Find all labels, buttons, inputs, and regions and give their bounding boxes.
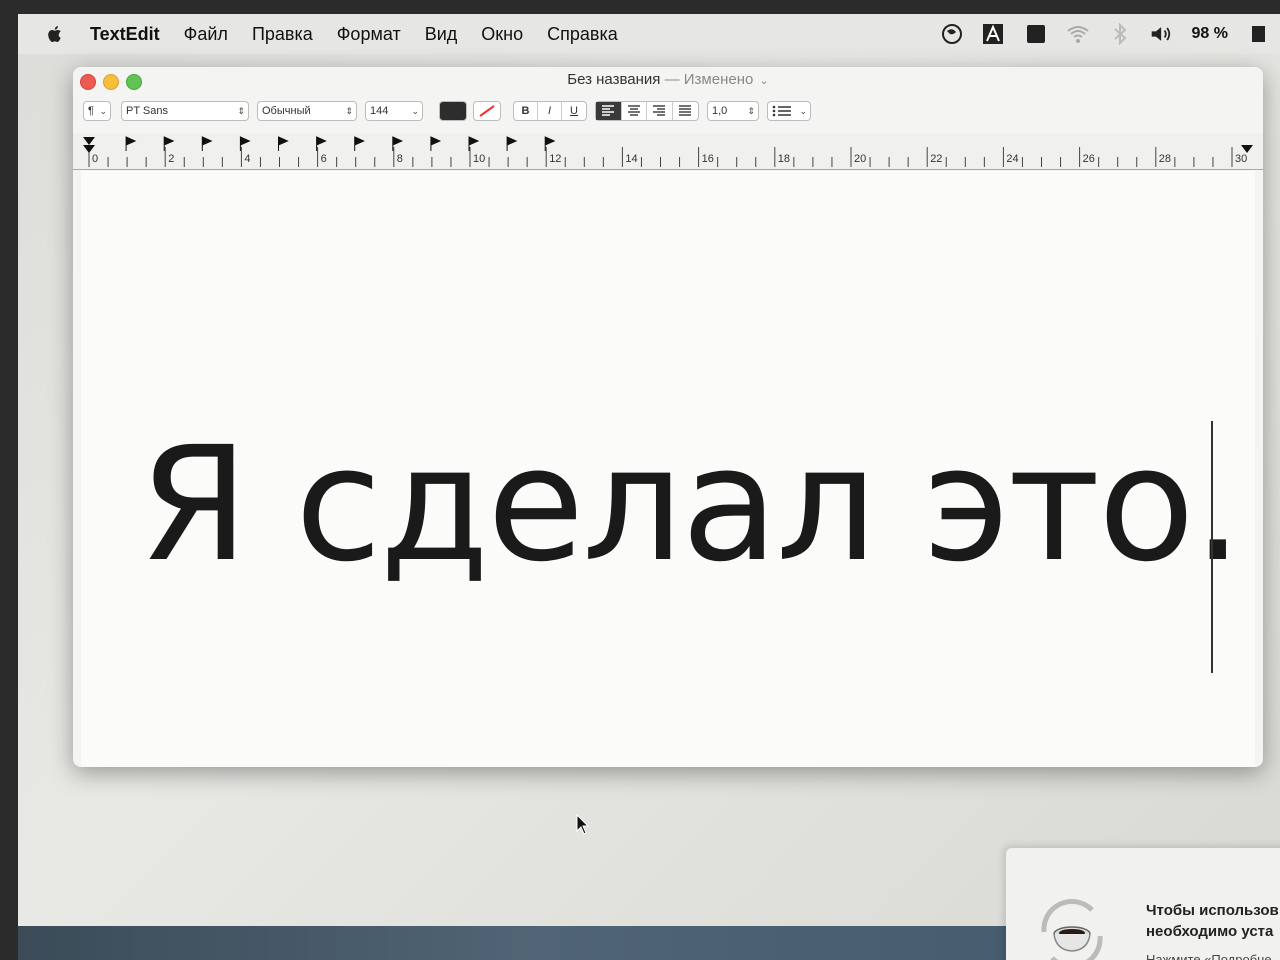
list-style-button[interactable]: ⌄ xyxy=(767,101,811,121)
align-center-icon xyxy=(627,105,640,116)
text-color-button[interactable] xyxy=(439,101,467,121)
notification-line-1: Чтобы использов xyxy=(1146,902,1279,919)
stepper-icon: ⇕ xyxy=(345,105,353,116)
ruler-number: 22 xyxy=(930,153,943,165)
line-spacing-value: 1,0 xyxy=(712,105,728,117)
text-caret xyxy=(1211,421,1213,673)
chevron-down-icon: ⌄ xyxy=(411,105,419,116)
textedit-window: Без названия — Изменено ⌄ ¶ ⌄ PT Sans ⇕ … xyxy=(73,67,1263,767)
document-area[interactable]: Я сделал это. xyxy=(81,171,1255,767)
tab-stop-marker[interactable] xyxy=(201,136,213,151)
document-name[interactable]: Без названия xyxy=(567,71,660,88)
ruler-number: 18 xyxy=(777,153,791,165)
tab-stop-marker[interactable] xyxy=(506,136,518,151)
ruler-number: 2 xyxy=(168,153,175,165)
paragraph-icon: ¶ xyxy=(88,105,94,117)
menu-file[interactable]: Файл xyxy=(184,24,228,45)
underline-button[interactable]: U xyxy=(562,102,586,120)
ruler-number: 24 xyxy=(1006,153,1019,165)
ruler-number: 0 xyxy=(92,153,99,165)
format-toolbar: ¶ ⌄ PT Sans ⇕ Обычный ⇕ 144 ⌄ B I U 1,0 … xyxy=(73,101,1263,123)
bulleted-list-icon xyxy=(772,105,791,117)
align-right-button[interactable] xyxy=(647,102,673,120)
status-area: 98 % xyxy=(940,14,1270,54)
chevron-down-icon[interactable]: ⌄ xyxy=(760,75,769,87)
ruler-number: 28 xyxy=(1158,153,1172,165)
align-center-button[interactable] xyxy=(622,102,647,120)
coffee-cup-icon xyxy=(1041,898,1103,960)
apple-logo-icon[interactable] xyxy=(44,23,66,45)
font-size-combo[interactable]: 144 ⌄ xyxy=(365,101,423,121)
menu-bar: TextEdit Файл Правка Формат Вид Окно Спр… xyxy=(18,14,1280,54)
notification-banner[interactable]: Чтобы использов необходимо уста Нажмите … xyxy=(1006,848,1280,960)
tab-stop-marker[interactable] xyxy=(125,136,137,151)
highlight-color-button[interactable] xyxy=(473,101,501,121)
justify-button[interactable] xyxy=(673,102,698,120)
tab-stop-marker[interactable] xyxy=(430,136,442,151)
justify-icon xyxy=(679,105,692,116)
window-title: Без названия — Изменено ⌄ xyxy=(73,71,1263,88)
chevron-down-icon: ⌄ xyxy=(799,105,807,116)
document-status[interactable]: Изменено xyxy=(684,71,754,88)
app-status-icon[interactable] xyxy=(940,23,964,45)
tab-stop-marker[interactable] xyxy=(354,136,365,151)
volume-icon[interactable] xyxy=(1150,23,1174,45)
menu-format[interactable]: Формат xyxy=(337,24,401,45)
adobe-icon[interactable] xyxy=(982,23,1006,45)
battery-icon[interactable] xyxy=(1246,23,1270,45)
align-right-icon xyxy=(653,105,666,116)
ruler-number: 26 xyxy=(1082,153,1095,165)
ruler-number: 30 xyxy=(1235,153,1248,165)
title-bar[interactable]: Без названия — Изменено ⌄ xyxy=(73,67,1263,93)
font-family-value: PT Sans xyxy=(126,105,168,117)
menu-window[interactable]: Окно xyxy=(481,24,523,45)
wifi-icon[interactable] xyxy=(1066,23,1090,45)
alignment-group xyxy=(595,101,699,121)
menu-edit[interactable]: Правка xyxy=(252,24,313,45)
no-highlight-icon xyxy=(479,105,495,117)
notification-title: Чтобы использов необходимо уста xyxy=(1146,900,1279,942)
stepper-icon: ⇕ xyxy=(747,105,755,116)
ruler[interactable]: 0 2 4 6 8 10 12 14 16 18 20 22 24 26 28 30 xyxy=(73,133,1263,170)
screen: TextEdit Файл Правка Формат Вид Окно Спр… xyxy=(18,14,1280,960)
ruler-number: 20 xyxy=(854,153,867,165)
font-size-value: 144 xyxy=(370,105,389,117)
title-separator: — xyxy=(664,71,680,88)
indent-marker[interactable] xyxy=(83,137,95,153)
font-family-select[interactable]: PT Sans ⇕ xyxy=(121,101,249,121)
menu-help[interactable]: Справка xyxy=(547,24,618,45)
menu-view[interactable]: Вид xyxy=(425,24,458,45)
chevron-down-icon: ⌄ xyxy=(99,105,107,116)
paragraph-styles-button[interactable]: ¶ ⌄ xyxy=(83,101,111,121)
line-spacing-select[interactable]: 1,0 ⇕ xyxy=(707,101,759,121)
mouse-pointer-icon xyxy=(576,814,590,835)
bold-button[interactable]: B xyxy=(514,102,538,120)
tab-stop-marker[interactable] xyxy=(278,136,289,151)
battery-percentage[interactable]: 98 % xyxy=(1192,25,1228,43)
ruler-number: 8 xyxy=(396,153,403,165)
align-left-button[interactable] xyxy=(596,102,622,120)
ruler-number: 14 xyxy=(625,153,638,165)
text-style-group: B I U xyxy=(513,101,587,121)
ruler-number: 16 xyxy=(701,153,714,165)
typeface-select[interactable]: Обычный ⇕ xyxy=(257,101,357,121)
stepper-icon: ⇕ xyxy=(237,105,245,116)
italic-button[interactable]: I xyxy=(538,102,562,120)
menu-app-name[interactable]: TextEdit xyxy=(90,24,160,45)
ruler-number: 12 xyxy=(549,153,562,165)
bluetooth-icon[interactable] xyxy=(1108,23,1132,45)
notification-subtitle: Нажмите «Подробне xyxy=(1146,952,1272,960)
typeface-value: Обычный xyxy=(262,105,311,117)
ruler-number: 4 xyxy=(244,153,251,165)
align-left-icon xyxy=(602,105,615,116)
display-icon[interactable] xyxy=(1024,23,1048,45)
ruler-number: 6 xyxy=(320,153,327,165)
document-text[interactable]: Я сделал это. xyxy=(139,426,1243,584)
right-margin-marker[interactable] xyxy=(1241,145,1253,153)
ruler-number: 10 xyxy=(473,153,486,165)
notification-line-2: необходимо уста xyxy=(1146,923,1274,940)
